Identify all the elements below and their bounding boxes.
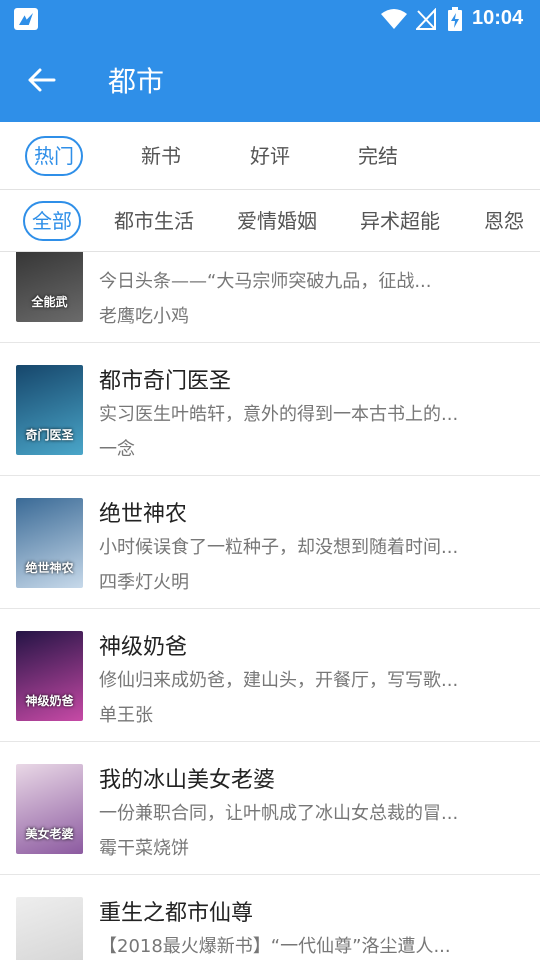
category-all[interactable]: 全部 xyxy=(23,201,81,241)
status-time: 10:04 xyxy=(472,7,524,29)
app-bar: 都市 xyxy=(0,38,540,122)
wifi-icon xyxy=(381,9,407,29)
book-author: 一念 xyxy=(99,439,135,460)
category-city-life[interactable]: 都市生活 xyxy=(106,201,202,241)
book-list-item[interactable]: 神级奶爸 神级奶爸 修仙归来成奶爸，建山头，开餐厅，写写歌... 单王张 xyxy=(0,609,540,742)
book-cover: 神级奶爸 xyxy=(16,631,83,721)
book-title: 都市奇门医圣 xyxy=(99,369,232,394)
sort-tab-bar: 热门 新书 好评 完结 xyxy=(0,122,540,190)
book-description: 小时候误食了一粒种子，却没想到随着时间... xyxy=(99,537,459,558)
category-grudge[interactable]: 恩怨 xyxy=(474,201,534,241)
book-title: 我的冰山美女老婆 xyxy=(99,768,276,793)
tab-finished[interactable]: 完结 xyxy=(347,136,409,176)
book-list: 全能武 今日头条——“大马宗师突破九品，征战... 老鹰吃小鸡 奇门医圣 都市奇… xyxy=(0,252,540,960)
no-signal-icon xyxy=(416,8,436,30)
tab-hot[interactable]: 热门 xyxy=(25,136,83,176)
book-cover: 全能武 xyxy=(16,252,83,322)
book-author: 单王张 xyxy=(99,705,153,726)
book-description: 修仙归来成奶爸，建山头，开餐厅，写写歌... xyxy=(99,670,459,691)
category-superpower[interactable]: 异术超能 xyxy=(352,201,448,241)
book-title: 绝世神农 xyxy=(99,502,188,527)
book-author: 老鹰吃小鸡 xyxy=(99,306,189,327)
book-list-item[interactable]: 绝世神农 绝世神农 小时候误食了一粒种子，却没想到随着时间... 四季灯火明 xyxy=(0,476,540,609)
book-list-item[interactable]: 重生之都市仙尊 【2018最火爆新书】“一代仙尊”洛尘遭人... xyxy=(0,875,540,960)
book-list-item[interactable]: 奇门医圣 都市奇门医圣 实习医生叶皓轩，意外的得到一本古书上的... 一念 xyxy=(0,343,540,476)
book-list-item[interactable]: 全能武 今日头条——“大马宗师突破九品，征战... 老鹰吃小鸡 xyxy=(0,252,540,343)
book-cover: 奇门医圣 xyxy=(16,365,83,455)
battery-charging-icon xyxy=(448,7,462,31)
category-tab-bar: 全部 都市生活 爱情婚姻 异术超能 恩怨 xyxy=(0,190,540,252)
book-description: 【2018最火爆新书】“一代仙尊”洛尘遭人... xyxy=(99,936,451,957)
back-arrow-icon[interactable] xyxy=(26,64,58,96)
book-list-item[interactable]: 美女老婆 我的冰山美女老婆 一份兼职合同，让叶帆成了冰山女总裁的冒... 霉干菜… xyxy=(0,742,540,875)
book-description: 实习医生叶皓轩，意外的得到一本古书上的... xyxy=(99,404,459,425)
status-bar: 10:04 xyxy=(0,0,540,38)
book-cover xyxy=(16,897,83,960)
app-notification-icon xyxy=(14,8,38,30)
book-cover: 绝世神农 xyxy=(16,498,83,588)
book-title: 重生之都市仙尊 xyxy=(99,901,254,926)
category-love-marriage[interactable]: 爱情婚姻 xyxy=(229,201,325,241)
tab-new[interactable]: 新书 xyxy=(130,136,192,176)
book-description: 今日头条——“大马宗师突破九品，征战... xyxy=(99,271,432,292)
tab-rated[interactable]: 好评 xyxy=(239,136,301,176)
book-title: 神级奶爸 xyxy=(99,635,188,660)
page-title: 都市 xyxy=(108,65,165,98)
book-cover: 美女老婆 xyxy=(16,764,83,854)
book-author: 四季灯火明 xyxy=(99,572,189,593)
book-description: 一份兼职合同，让叶帆成了冰山女总裁的冒... xyxy=(99,803,459,824)
book-author: 霉干菜烧饼 xyxy=(99,838,189,859)
